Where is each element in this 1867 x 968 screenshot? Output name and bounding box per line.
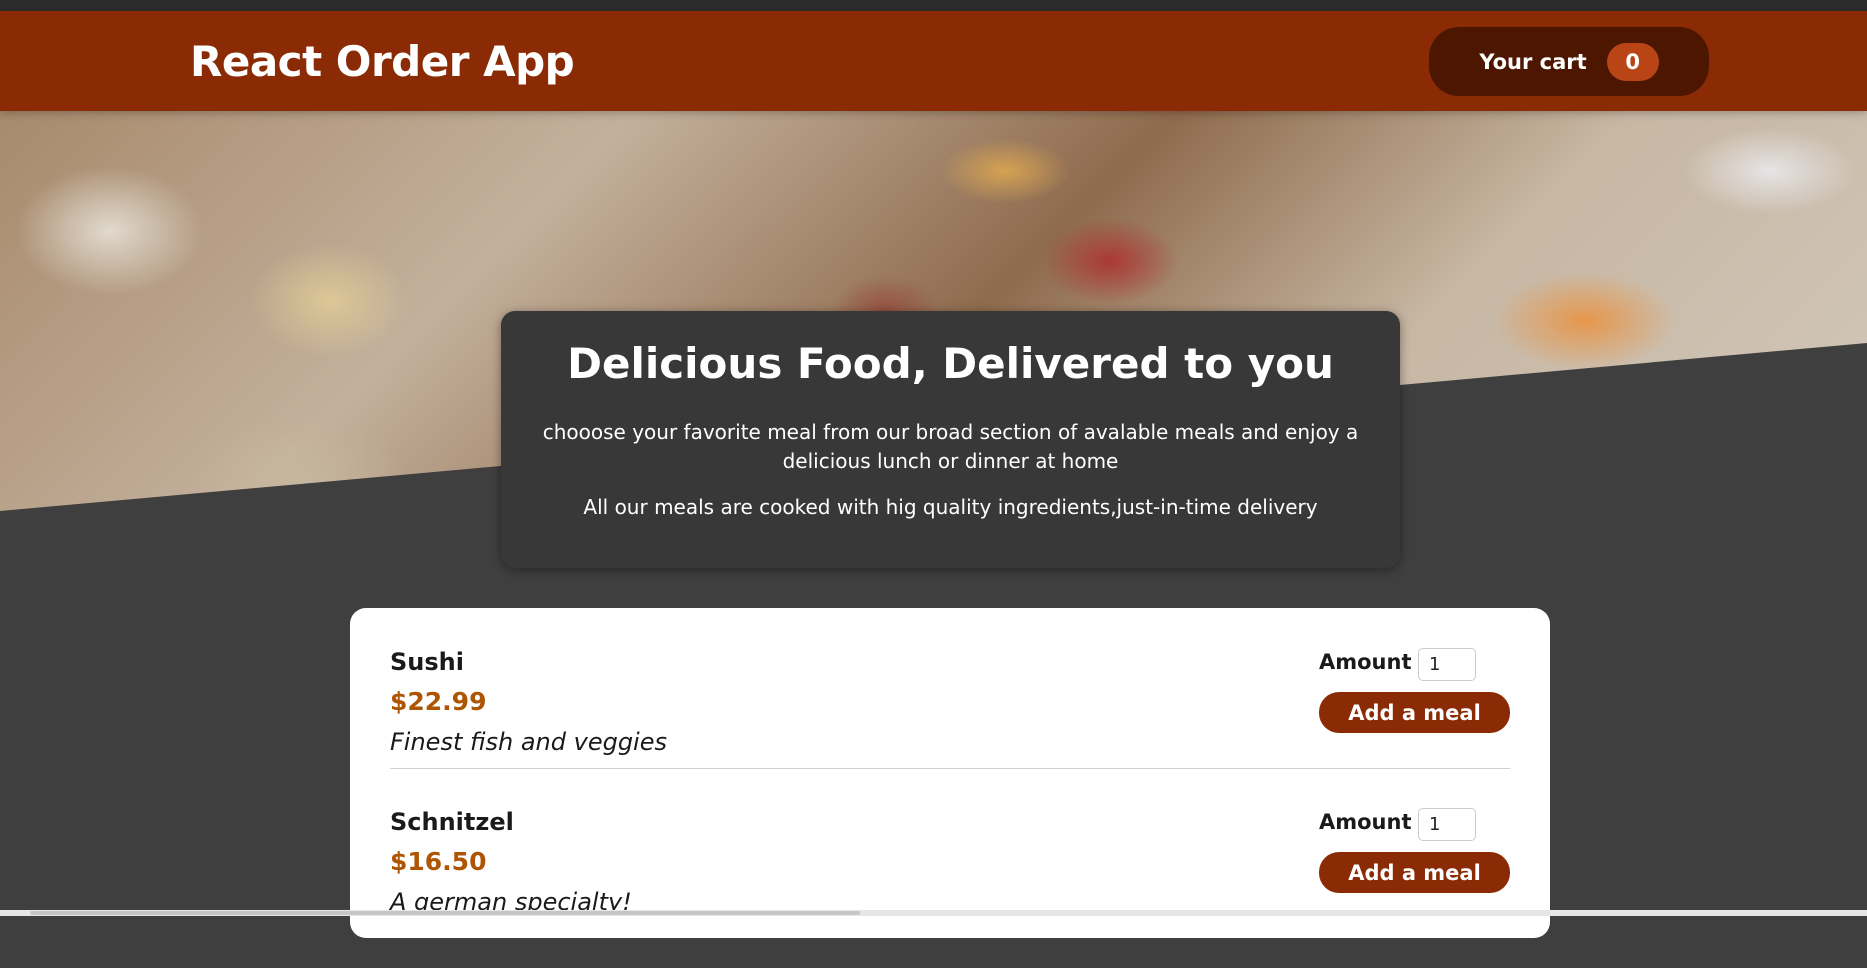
add-meal-button[interactable]: Add a meal <box>1319 852 1510 893</box>
scrollbar-thumb[interactable] <box>30 911 860 915</box>
meal-name: Schnitzel <box>390 808 514 836</box>
cart-button[interactable]: Your cart 0 <box>1429 27 1709 96</box>
meal-name: Sushi <box>390 648 464 676</box>
summary-title: Delicious Food, Delivered to you <box>567 339 1334 388</box>
summary-paragraph: chooose your favorite meal from our broa… <box>542 420 1359 473</box>
meal-price: $16.50 <box>390 847 487 876</box>
amount-label: Amount <box>1319 650 1412 674</box>
horizontal-scrollbar[interactable] <box>0 910 1867 916</box>
app-header: React Order App Your cart 0 <box>0 11 1867 111</box>
amount-input[interactable] <box>1418 648 1476 681</box>
browser-top-strip <box>0 0 1867 11</box>
cart-count-badge: 0 <box>1606 42 1659 81</box>
meals-summary: Delicious Food, Delivered to you chooose… <box>501 311 1400 568</box>
amount-input[interactable] <box>1418 808 1476 841</box>
meal-description: Finest fish and veggies <box>390 728 667 756</box>
meal-item: Schnitzel $16.50 A german specialty! Amo… <box>390 808 1510 968</box>
amount-label: Amount <box>1319 810 1412 834</box>
cart-label: Your cart <box>1479 49 1587 74</box>
add-meal-button[interactable]: Add a meal <box>1319 692 1510 733</box>
available-meals-card: Sushi $22.99 Finest fish and veggies Amo… <box>350 608 1550 938</box>
meal-price: $22.99 <box>390 687 487 716</box>
summary-paragraph: All our meals are cooked with hig qualit… <box>583 495 1318 519</box>
app-title: React Order App <box>190 37 575 86</box>
meal-item: Sushi $22.99 Finest fish and veggies Amo… <box>390 648 1510 769</box>
